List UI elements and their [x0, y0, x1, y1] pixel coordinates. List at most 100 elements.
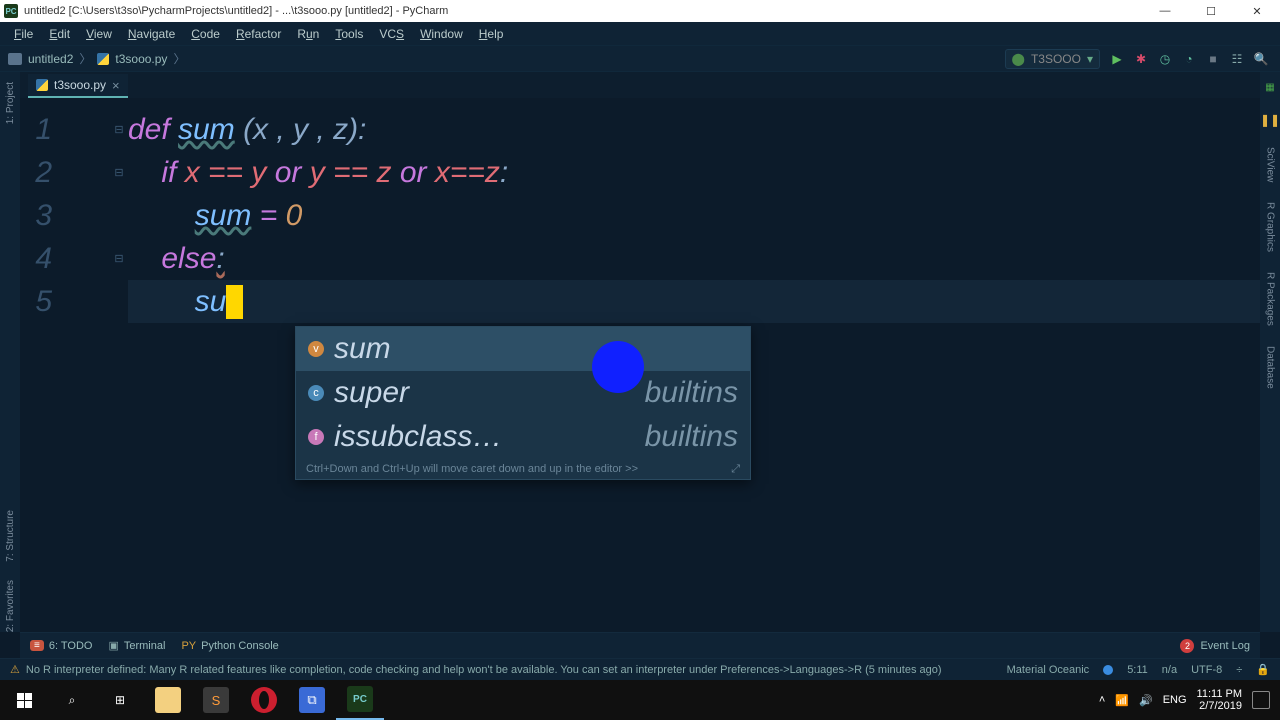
taskbar-app-remote[interactable]: ⧉	[288, 680, 336, 720]
tool-todo[interactable]: ≡6: TODO	[30, 640, 92, 652]
task-view-button[interactable]: ⊞	[96, 680, 144, 720]
menu-file[interactable]: File	[8, 25, 39, 43]
keyword: or	[266, 156, 309, 190]
theme-name[interactable]: Material Oceanic	[1007, 664, 1090, 676]
completion-item[interactable]: f issubclass… builtins	[296, 415, 750, 459]
tray-time: 11:11 PM	[1197, 688, 1242, 700]
expand-icon[interactable]: ⤢	[731, 463, 740, 476]
editor-tab-active[interactable]: t3sooo.py ×	[28, 74, 128, 98]
minimize-button[interactable]: —	[1142, 0, 1188, 22]
taskbar-app-explorer[interactable]	[144, 680, 192, 720]
completion-item[interactable]: c super builtins	[296, 371, 750, 415]
debug-button[interactable]: ✱	[1134, 52, 1148, 66]
completion-hint: builtins	[645, 420, 738, 454]
breadcrumb-project[interactable]: untitled2	[28, 52, 73, 66]
right-tool-strip: ▦ ❚❚ SciView R Graphics R Packages Datab…	[1260, 72, 1280, 632]
tool-r-packages[interactable]: R Packages	[1265, 272, 1276, 326]
action-center-icon[interactable]	[1252, 691, 1270, 709]
menu-tools[interactable]: Tools	[329, 25, 369, 43]
cursor-highlight-overlay	[592, 341, 644, 393]
run-configuration-selector[interactable]: ⬤ T3SOOO ▾	[1005, 49, 1100, 69]
pause-icon[interactable]: ❚❚	[1260, 113, 1280, 127]
layout-button[interactable]: ☷	[1230, 52, 1244, 66]
python-file-icon	[97, 53, 109, 65]
chevron-icon: ÷	[1236, 664, 1242, 676]
text-cursor	[226, 285, 243, 319]
code-text	[128, 199, 195, 233]
menu-run[interactable]: Run	[291, 25, 325, 43]
menu-bar: File Edit View Navigate Code Refactor Ru…	[0, 22, 1280, 46]
tool-python-console[interactable]: PYPython Console	[181, 640, 278, 652]
completion-hint-text: Ctrl+Down and Ctrl+Up will move caret do…	[306, 463, 638, 475]
stop-button[interactable]: ■	[1206, 52, 1220, 66]
tool-terminal[interactable]: ▣Terminal	[108, 639, 165, 652]
tray-volume-icon[interactable]: 🔊	[1139, 694, 1153, 707]
start-button[interactable]	[0, 680, 48, 720]
tool-sciview[interactable]: SciView	[1265, 147, 1276, 182]
close-tab-icon[interactable]: ×	[112, 78, 120, 93]
tray-language[interactable]: ENG	[1163, 694, 1187, 706]
maximize-button[interactable]: ☐	[1188, 0, 1234, 22]
taskbar-app-opera[interactable]	[240, 680, 288, 720]
tool-r-graphics[interactable]: R Graphics	[1265, 202, 1276, 252]
search-button[interactable]: ⌕	[48, 680, 96, 720]
left-tool-strip: 1: Project 7: Structure 2: Favorites	[0, 72, 20, 632]
tool-favorites[interactable]: 2: Favorites	[5, 580, 16, 632]
tray-chevron-icon[interactable]: ˄	[1099, 694, 1105, 706]
menu-help[interactable]: Help	[473, 25, 510, 43]
tray-network-icon[interactable]: 📶	[1115, 694, 1129, 707]
theme-color-icon	[1103, 665, 1113, 675]
menu-window[interactable]: Window	[414, 25, 469, 43]
inspections-icon[interactable]: ▦	[1265, 82, 1274, 93]
tool-structure[interactable]: 7: Structure	[5, 510, 16, 562]
breadcrumb-separator: 〉	[79, 50, 91, 67]
menu-edit[interactable]: Edit	[43, 25, 76, 43]
completion-item[interactable]: v sum	[296, 327, 750, 371]
autocomplete-popup[interactable]: v sum c super builtins f issubclass… bui…	[295, 326, 751, 480]
folder-icon	[8, 53, 22, 65]
code-text: x == y	[185, 156, 267, 190]
completion-footer: Ctrl+Down and Ctrl+Up will move caret do…	[296, 459, 750, 479]
menu-view[interactable]: View	[80, 25, 118, 43]
function-icon: f	[308, 429, 324, 445]
code-text: =	[251, 199, 285, 233]
run-button[interactable]: ▶	[1110, 52, 1124, 66]
editor-tabs: t3sooo.py ×	[0, 72, 1280, 98]
code-text: su	[128, 285, 226, 319]
lock-icon[interactable]: 🔒	[1256, 663, 1270, 676]
line-number-gutter: 1 2 3 4 5	[20, 108, 92, 323]
code-editor[interactable]: 1 2 3 4 5 ⊟ ⊟ ⊟ def sum (x , y , z): if …	[20, 98, 1260, 632]
tool-event-log[interactable]: Event Log	[1200, 640, 1250, 652]
coverage-button[interactable]: ◷	[1158, 52, 1172, 66]
line-number: 2	[35, 156, 52, 190]
menu-code[interactable]: Code	[185, 25, 226, 43]
window-title: untitled2 [C:\Users\t3so\PycharmProjects…	[24, 5, 448, 17]
line-number: 1	[35, 113, 52, 147]
cursor-position[interactable]: 5:11	[1127, 664, 1148, 676]
fold-marker[interactable]: ⊟	[110, 108, 128, 151]
menu-vcs[interactable]: VCS	[373, 25, 410, 43]
taskbar-app-pycharm[interactable]: PC	[336, 680, 384, 720]
chevron-down-icon: ▾	[1087, 52, 1093, 66]
tray-clock[interactable]: 11:11 PM 2/7/2019	[1197, 688, 1242, 712]
line-number: 3	[35, 199, 52, 233]
profile-button[interactable]: ◔	[1182, 52, 1196, 66]
menu-navigate[interactable]: Navigate	[122, 25, 181, 43]
search-everywhere-button[interactable]: 🔍	[1254, 52, 1268, 66]
warning-icon: ⚠	[10, 663, 20, 676]
fold-marker[interactable]: ⊟	[110, 237, 128, 280]
code-content[interactable]: def sum (x , y , z): if x == y or y == z…	[128, 108, 1260, 323]
taskbar-app-sublime[interactable]: S	[192, 680, 240, 720]
breadcrumb-file[interactable]: t3sooo.py	[115, 52, 167, 66]
windows-taskbar: ⌕ ⊞ S ⧉ PC ˄ 📶 🔊 ENG 11:11 PM 2/7/2019	[0, 680, 1280, 720]
class-icon: c	[308, 385, 324, 401]
tool-database[interactable]: Database	[1265, 346, 1276, 389]
fold-marker[interactable]: ⊟	[110, 151, 128, 194]
event-badge-icon: 2	[1180, 639, 1194, 653]
menu-refactor[interactable]: Refactor	[230, 25, 287, 43]
status-bar: ⚠ No R interpreter defined: Many R relat…	[0, 658, 1280, 680]
encoding[interactable]: UTF-8	[1191, 664, 1222, 676]
code-text: (x , y , z):	[235, 113, 367, 147]
close-button[interactable]: ✕	[1234, 0, 1280, 22]
tool-project[interactable]: 1: Project	[5, 82, 16, 124]
